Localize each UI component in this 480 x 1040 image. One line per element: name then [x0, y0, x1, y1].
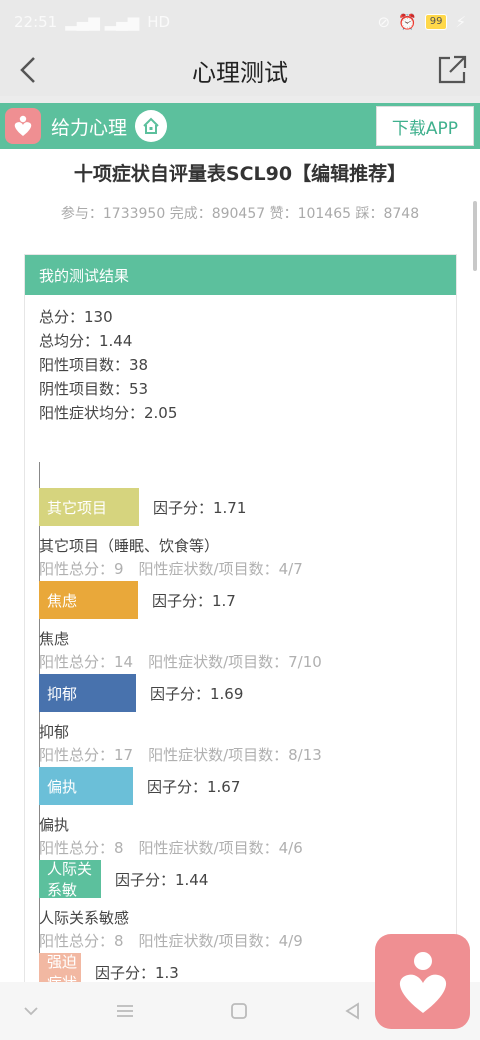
signal-label: HD — [147, 13, 171, 31]
factor-name: 偏执 — [39, 816, 70, 834]
positive-count: 阳性项目数：38 — [39, 356, 149, 374]
test-stats: 参与：1733950 完成：890457 赞：101465 踩：8748 — [60, 206, 420, 222]
factor-score: 因子分：1.3 — [95, 964, 179, 982]
battery-icon: 99 — [424, 14, 448, 30]
chevron-left-icon[interactable] — [14, 54, 44, 86]
content-area: 十项症状自评量表SCL90【编辑推荐】 参与：1733950 完成：890457… — [0, 149, 480, 982]
share-icon[interactable] — [436, 52, 468, 86]
status-time: 22:51 — [14, 13, 58, 31]
download-app-button[interactable]: 下载APP — [376, 106, 474, 146]
factor-score: 因子分：1.67 — [147, 778, 241, 796]
negative-count: 阴性项目数：53 — [39, 380, 149, 398]
factor-score: 因子分：1.69 — [150, 685, 244, 703]
floating-app-button[interactable] — [375, 934, 470, 1029]
chart-bar: 其它项目 — [39, 488, 139, 526]
chart-bar: 强迫症状 — [39, 953, 81, 982]
page-title: 心理测试 — [192, 58, 288, 87]
chart-bar: 人际关系敏 — [39, 860, 101, 899]
menu-icon[interactable] — [114, 1000, 136, 1022]
positive-average: 阳性症状均分：2.05 — [39, 404, 178, 422]
back-triangle-icon[interactable] — [342, 1000, 364, 1022]
total-score: 总分：130 — [39, 308, 113, 326]
factor-score: 因子分：1.44 — [115, 871, 209, 889]
brand-bar: 给力心理 下载APP — [0, 103, 480, 149]
chart-bar: 抑郁 — [39, 674, 136, 712]
result-header: 我的测试结果 — [25, 255, 456, 295]
result-card: 我的测试结果 总分：130 总均分：1.44 阳性项目数：38 阴性项目数：53… — [24, 254, 457, 982]
factor-name: 其它项目（睡眠、饮食等） — [39, 537, 220, 555]
signal-icon: ▂▄▆ ▂▄▆ — [65, 13, 140, 31]
heart-person-icon — [399, 951, 446, 1013]
factor-stats: 阳性总分：17 阳性症状数/项目数：8/13 — [39, 746, 322, 764]
factor-score: 因子分：1.71 — [153, 499, 247, 517]
factor-stats: 阳性总分：9 阳性症状数/项目数：4/7 — [39, 560, 303, 578]
charging-icon: ⚡ — [455, 13, 466, 31]
status-bar: 22:51 ▂▄▆ ▂▄▆ HD ⊘ ⏰ 99 ⚡ — [0, 0, 480, 44]
mute-icon: ⊘ — [377, 13, 391, 31]
factor-name: 抑郁 — [39, 723, 70, 741]
result-summary: 总分：130 总均分：1.44 阳性项目数：38 阴性项目数：53 阳性症状均分… — [25, 295, 456, 425]
brand-name[interactable]: 给力心理 — [51, 113, 127, 140]
nav-bar: 心理测试 — [0, 44, 480, 96]
home-icon[interactable] — [135, 110, 168, 142]
alarm-icon: ⏰ — [398, 13, 417, 31]
chevron-down-icon[interactable] — [20, 1000, 42, 1022]
factor-stats: 阳性总分：8 阳性症状数/项目数：4/9 — [39, 932, 303, 950]
heart-person-icon[interactable] — [5, 108, 41, 144]
test-title: 十项症状自评量表SCL90【编辑推荐】 — [73, 163, 407, 185]
factor-stats: 阳性总分：14 阳性症状数/项目数：7/10 — [39, 653, 322, 671]
factor-name: 人际关系敏感 — [39, 909, 130, 927]
chart-bar: 焦虑 — [39, 581, 138, 619]
chart-bar: 偏执 — [39, 767, 133, 805]
home-button-icon[interactable] — [228, 1000, 250, 1022]
average-score: 总均分：1.44 — [39, 332, 133, 350]
factor-score: 因子分：1.7 — [152, 592, 236, 610]
factor-stats: 阳性总分：8 阳性症状数/项目数：4/6 — [39, 839, 303, 857]
factor-name: 焦虑 — [39, 630, 70, 648]
